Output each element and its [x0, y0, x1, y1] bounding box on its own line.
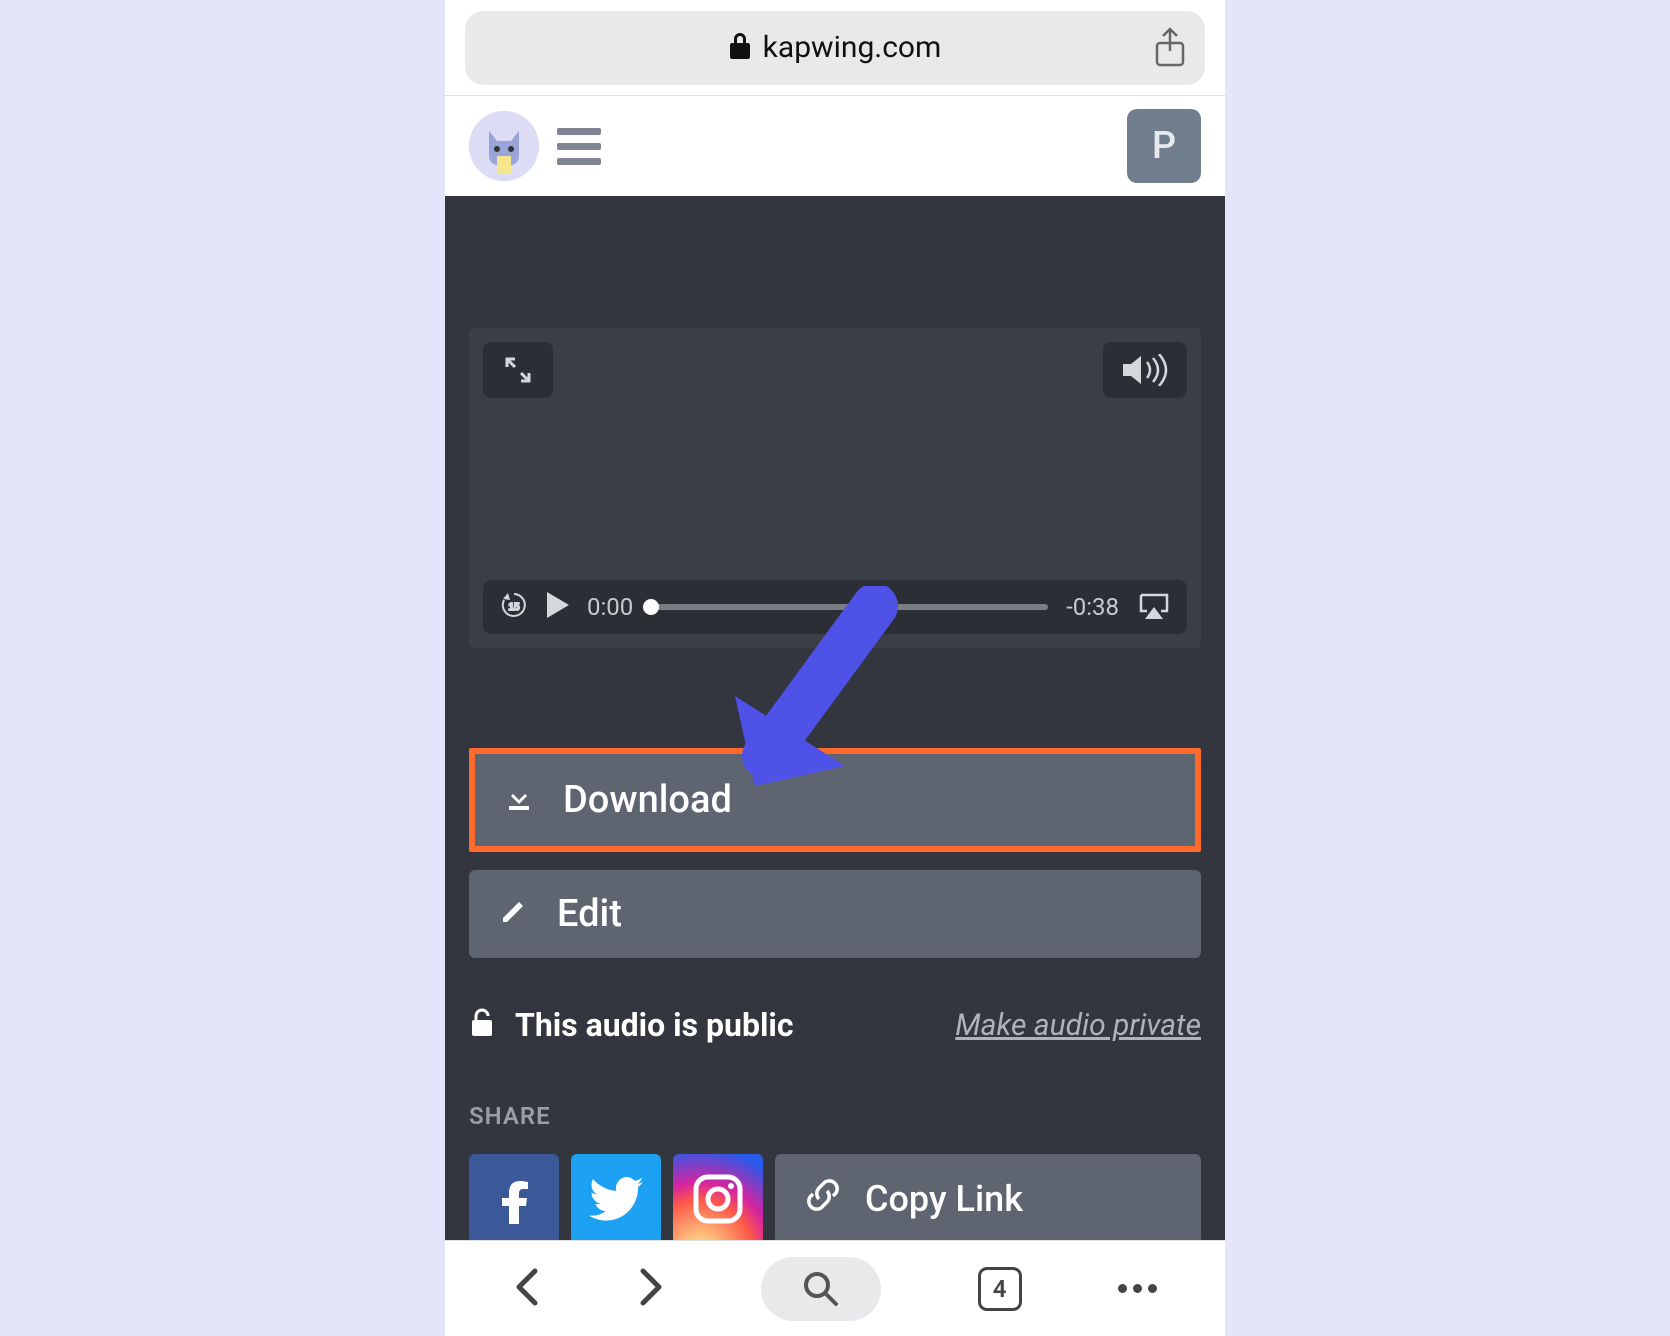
svg-text:15: 15	[508, 602, 520, 613]
url-text: kapwing.com	[763, 30, 942, 65]
make-private-link[interactable]: Make audio private	[955, 1008, 1201, 1043]
address-bar[interactable]: kapwing.com	[465, 11, 1205, 85]
edit-button[interactable]: Edit	[469, 870, 1201, 958]
download-icon	[505, 778, 533, 822]
volume-button[interactable]	[1103, 342, 1187, 398]
unlock-icon	[469, 1008, 495, 1042]
user-initial: P	[1152, 124, 1176, 168]
download-highlight: Download	[469, 748, 1201, 852]
fullscreen-button[interactable]	[483, 342, 553, 398]
airplay-icon[interactable]	[1137, 591, 1171, 623]
share-twitter-button[interactable]	[571, 1154, 661, 1240]
content-area: 15 0:00 -0:38	[445, 196, 1225, 1240]
lock-icon	[729, 33, 751, 63]
copy-link-button[interactable]: Copy Link	[775, 1154, 1201, 1240]
safari-bottom-toolbar: 4	[445, 1240, 1225, 1336]
player-controls: 15 0:00 -0:38	[483, 580, 1187, 634]
avatar[interactable]	[469, 111, 539, 181]
current-time: 0:00	[587, 593, 633, 621]
app-header: P	[445, 96, 1225, 196]
phone-frame: kapwing.com P	[445, 0, 1225, 1336]
privacy-row: This audio is public Make audio private	[469, 1006, 1201, 1044]
share-button[interactable]	[1147, 25, 1193, 71]
rewind-15-button[interactable]: 15	[499, 590, 529, 624]
privacy-status: This audio is public	[515, 1006, 794, 1044]
download-button[interactable]: Download	[475, 754, 1195, 846]
share-row: Copy Link	[469, 1154, 1201, 1240]
download-label: Download	[563, 778, 732, 822]
progress-bar[interactable]	[651, 604, 1048, 610]
share-facebook-button[interactable]	[469, 1154, 559, 1240]
remaining-time: -0:38	[1066, 593, 1119, 621]
share-heading: SHARE	[469, 1102, 1201, 1130]
progress-knob[interactable]	[643, 599, 659, 615]
link-icon	[805, 1177, 841, 1222]
tabs-button[interactable]: 4	[978, 1267, 1022, 1311]
back-button[interactable]	[513, 1267, 541, 1311]
edit-label: Edit	[557, 892, 622, 936]
forward-button[interactable]	[637, 1267, 665, 1311]
play-button[interactable]	[547, 592, 569, 622]
copy-link-label: Copy Link	[865, 1178, 1023, 1220]
media-player: 15 0:00 -0:38	[469, 328, 1201, 648]
menu-icon[interactable]	[557, 128, 601, 165]
pencil-icon	[499, 892, 527, 936]
user-badge[interactable]: P	[1127, 109, 1201, 183]
search-button[interactable]	[761, 1257, 881, 1321]
tab-count-value: 4	[993, 1275, 1007, 1303]
share-instagram-button[interactable]	[673, 1154, 763, 1240]
safari-address-bar-container: kapwing.com	[445, 0, 1225, 96]
more-button[interactable]	[1118, 1284, 1157, 1293]
